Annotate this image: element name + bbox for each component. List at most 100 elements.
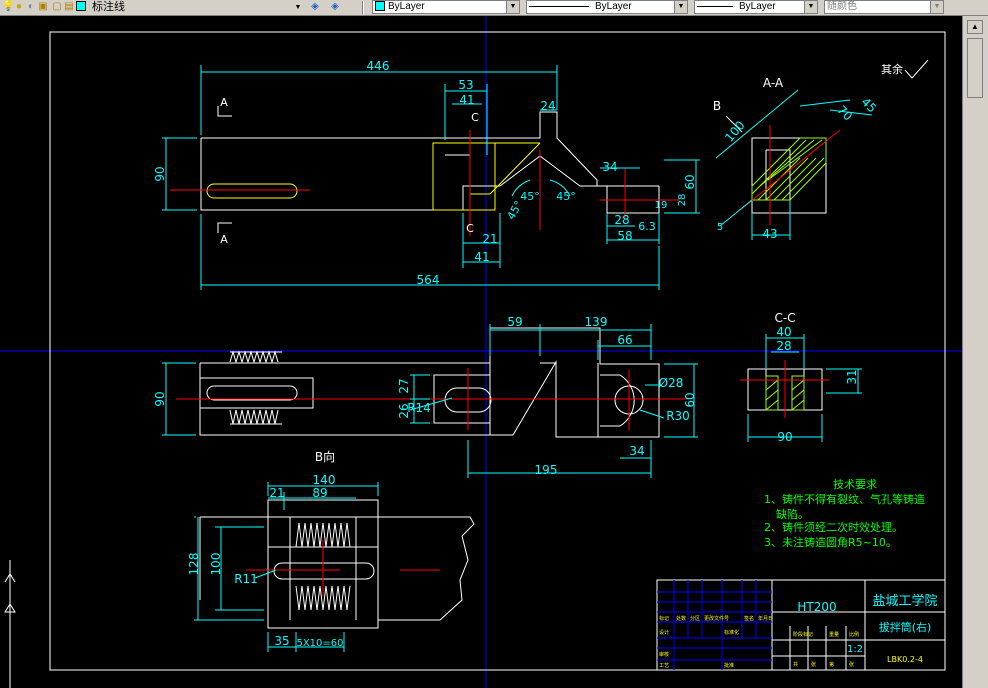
tb-label: 共 (793, 661, 798, 668)
viewport-freeze-icon[interactable]: ◐ (26, 1, 36, 13)
dim-21: 21 (482, 232, 497, 246)
tb-label: 比例 (849, 631, 859, 638)
make-current-layer-icon[interactable]: ◈ (310, 1, 320, 13)
plot-icon[interactable]: ▤ (64, 1, 74, 13)
dim-r30: R30 (666, 409, 690, 423)
plotstyle-control-label: 随颜色 (827, 1, 857, 12)
chevron-down-icon[interactable]: ▼ (674, 1, 687, 13)
dim-28-side: 28 (677, 194, 688, 207)
layer-name-field[interactable]: 标注线 (92, 0, 292, 15)
surface-note-remaining: 其余 (881, 62, 903, 76)
dim-45-aa: 45 (858, 95, 879, 116)
plotstyle-control[interactable]: 随颜色 ▼ (824, 0, 944, 14)
section-mark-a-bottom: A (220, 233, 228, 246)
technical-requirements: 技术要求 1、铸件不得有裂纹、气孔等铸造 缺陷。 2、铸件须经二次时效处理。 3… (764, 478, 925, 549)
scroll-up-icon[interactable]: ▲ (967, 20, 983, 34)
vertical-scrollbar[interactable]: ▲ (962, 16, 988, 688)
color-control[interactable]: ByLayer ▼ (372, 0, 520, 14)
front-view: 59 139 66 90 27 26 R14 Ø28 60 R30 195 34 (153, 315, 698, 478)
ucs-icon (4, 560, 16, 688)
tb-label: 处数 (676, 615, 686, 622)
color-control-label: ByLayer (388, 1, 425, 12)
dim-100-b: 100 (209, 553, 223, 576)
angle-45-a: 45° (520, 190, 540, 203)
view-mark-b: B (713, 99, 721, 113)
dim-70-aa: 70 (834, 103, 855, 124)
dim-90-top: 90 (153, 166, 167, 181)
section-cc-title: C-C (774, 311, 795, 325)
section-aa-title: A-A (763, 76, 784, 90)
angle-45-b: 45° (556, 190, 576, 203)
drawing-canvas[interactable]: 446 53 41 24 90 34 60 28 19 28 6.3 58 21… (0, 16, 962, 688)
dim-40-cc: 40 (776, 325, 791, 339)
lineweight-preview (697, 5, 733, 7)
layer-color-swatch-icon (76, 1, 86, 13)
dim-34-front: 34 (629, 444, 644, 458)
school-label: 盐城工学院 (872, 593, 937, 609)
surface-roughness-icon (904, 59, 929, 79)
part-name-label: 拔拌筒(右) (879, 620, 932, 634)
section-mark-c-top: C (471, 111, 479, 124)
tech-note-line: 缺陷。 (776, 507, 809, 521)
dim-43-aa: 43 (762, 227, 777, 241)
scroll-thumb[interactable] (967, 38, 983, 98)
dim-27: 27 (397, 378, 411, 393)
dim-19: 19 (655, 200, 668, 211)
tb-label: 阶段标记 (793, 631, 813, 638)
dim-446: 446 (367, 59, 390, 73)
dim-139: 139 (585, 315, 608, 329)
tb-label: 第 (829, 661, 834, 668)
dim-34-top: 34 (602, 160, 617, 174)
layer-dropdown-arrow-icon[interactable]: ▼ (292, 0, 304, 15)
title-block: HT200 盐城工学院 拔拌筒(右) 1:2 LBK0.2-4 标记 处数 分区… (656, 579, 946, 671)
dim-41-top: 41 (459, 93, 474, 107)
dim-41-bottom: 41 (474, 250, 489, 264)
section-mark-a-top: A (220, 96, 228, 109)
chevron-down-icon[interactable]: ▼ (506, 1, 519, 13)
dim-59: 59 (507, 315, 522, 329)
tb-label: 更改文件号 (704, 615, 729, 622)
dim-5x10: 5X10=60 (296, 638, 343, 649)
linetype-control-label: ByLayer (595, 1, 632, 12)
layer-color-icon[interactable]: ▢ (52, 1, 62, 13)
properties-toolbar: 💡 ● ◐ ▣ ▢ ▤ 标注线 ▼ ◈ ◈ ByLayer ▼ ByLayer … (0, 0, 988, 16)
top-view: 446 53 41 24 90 34 60 28 19 28 6.3 58 21… (153, 59, 700, 290)
chevron-down-icon[interactable]: ▼ (804, 1, 817, 13)
tb-label: 标记 (659, 615, 669, 622)
dim-90-cc: 90 (777, 430, 792, 444)
tb-label: 工艺 (659, 663, 669, 669)
layer-previous-icon[interactable]: ◈ (330, 1, 340, 13)
section-cc-view: C-C 40 28 31 90 (740, 311, 862, 444)
linetype-preview (529, 5, 589, 7)
tech-note-line: 2、铸件须经二次时效处理。 (764, 520, 903, 534)
dim-60-top: 60 (683, 174, 697, 189)
tech-note-line: 3、未注铸造圆角R5~10。 (764, 535, 897, 549)
dim-6-3: 6.3 (638, 220, 656, 233)
layer-on-icon[interactable]: 💡 (2, 1, 14, 13)
sun-freeze-icon[interactable]: ● (14, 1, 24, 13)
material-label: HT200 (797, 600, 836, 614)
tech-notes-title: 技术要求 (833, 478, 877, 491)
dim-90-front: 90 (153, 391, 167, 406)
lineweight-control[interactable]: ByLayer ▼ (694, 0, 818, 14)
dim-60-front: 60 (683, 392, 697, 407)
linetype-control[interactable]: ByLayer ▼ (526, 0, 688, 14)
tb-label: 重量 (829, 631, 839, 638)
dim-564: 564 (417, 273, 440, 287)
lock-icon[interactable]: ▣ (38, 1, 48, 13)
chevron-down-icon[interactable]: ▼ (930, 1, 943, 13)
section-aa-view: A-A B 100 45 70 43 5 其余 (713, 59, 929, 241)
dim-28-top: 28 (614, 213, 629, 227)
crosshair-cursor (0, 16, 962, 688)
dim-195: 195 (535, 463, 558, 477)
dim-5-aa: 5 (717, 222, 723, 233)
scale-label: 1:2 (847, 644, 863, 655)
tb-label: 批准 (724, 662, 734, 669)
tb-label: 分区 (690, 615, 700, 622)
view-b-title: B向 (315, 449, 335, 464)
tb-label: 年月日 (758, 615, 773, 622)
section-mark-c-bottom: C (466, 222, 474, 235)
dim-100-aa: 100 (722, 118, 747, 145)
dim-28-cc: 28 (776, 339, 791, 353)
dim-35: 35 (274, 634, 289, 648)
